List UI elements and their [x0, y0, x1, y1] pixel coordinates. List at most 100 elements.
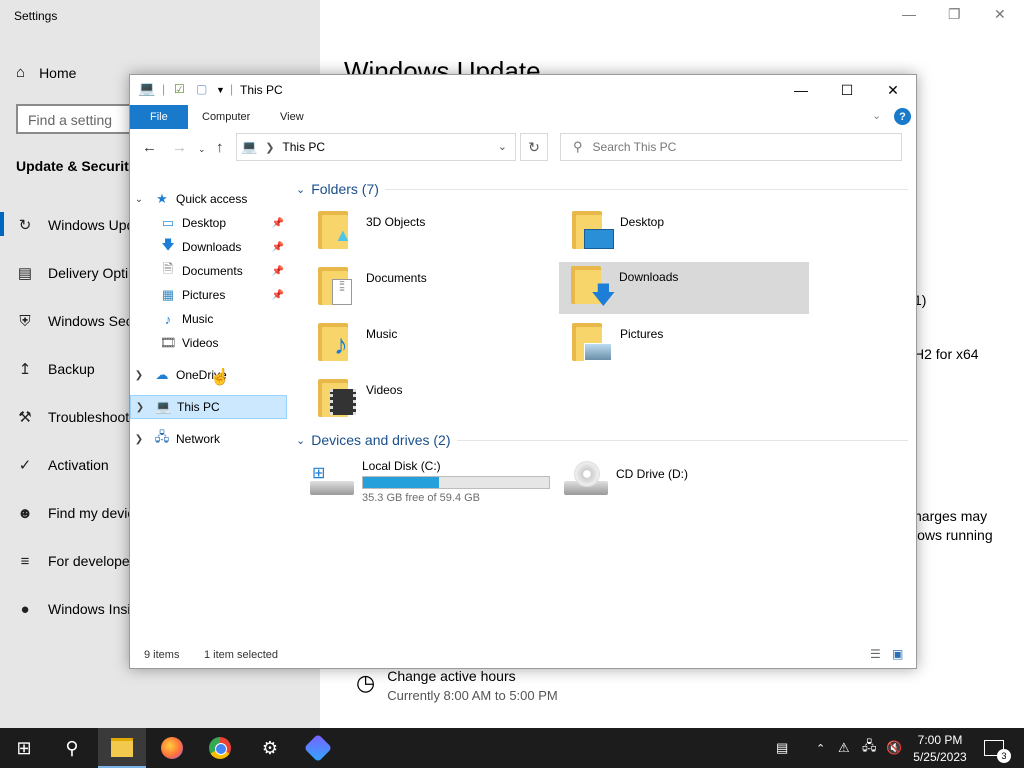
- selection-count: 1 item selected: [204, 649, 278, 661]
- search-icon[interactable]: ⚲: [48, 728, 96, 768]
- security-icon[interactable]: ⚠: [838, 728, 850, 768]
- collapsed-chevron-icon[interactable]: ❯: [134, 370, 144, 381]
- drive-free-space: 35.3 GB free of 59.4 GB: [362, 492, 481, 504]
- nav-quick-access[interactable]: ⌄ ★ Quick access: [134, 187, 294, 211]
- folder-label: Videos: [366, 383, 403, 397]
- clock-time: 7:00 PM: [917, 733, 963, 747]
- separator-icon: |: [230, 82, 234, 96]
- close-button[interactable]: ✕: [870, 75, 916, 105]
- address-bar[interactable]: 💻 ❯ This PC ⌄: [236, 133, 516, 161]
- back-arrow-icon[interactable]: ←: [142, 139, 157, 156]
- new-folder-icon[interactable]: ▢: [196, 82, 207, 96]
- maximize-button[interactable]: ☐: [824, 75, 870, 105]
- folder-desktop[interactable]: Desktop: [560, 207, 810, 259]
- wrench-icon: ⚒: [18, 409, 32, 426]
- file-explorer-taskbar-icon[interactable]: [98, 728, 146, 768]
- help-icon[interactable]: ?: [894, 108, 911, 125]
- folder-videos[interactable]: Videos: [306, 375, 556, 427]
- text-fragment: harges may: [914, 508, 988, 524]
- breadcrumb-this-pc[interactable]: This PC: [282, 140, 325, 154]
- nav-label: This PC: [177, 400, 220, 414]
- folder-icon: ≡ ≡: [316, 263, 362, 309]
- hand-cursor-icon: ☝: [210, 369, 230, 386]
- settings-gear-icon[interactable]: ⚙: [246, 728, 294, 768]
- tab-view[interactable]: View: [266, 105, 318, 129]
- pin-icon[interactable]: 📌: [272, 266, 284, 277]
- nav-downloads[interactable]: 🡇 Downloads 📌: [160, 235, 286, 259]
- tab-computer[interactable]: Computer: [188, 105, 264, 129]
- folder-downloads[interactable]: 🡇 Downloads: [559, 262, 809, 314]
- close-icon[interactable]: ✕: [994, 6, 1006, 23]
- drive-cd-d[interactable]: CD Drive (D:): [564, 461, 688, 501]
- tab-file[interactable]: File: [130, 105, 188, 129]
- network-tray-icon[interactable]: 🖧: [862, 728, 877, 768]
- devices-group-header[interactable]: ⌄ Devices and drives (2): [296, 432, 908, 448]
- nav-desktop[interactable]: ▭ Desktop 📌: [160, 211, 286, 235]
- star-icon: ★: [156, 191, 168, 206]
- notifications-icon[interactable]: 3: [984, 728, 1011, 768]
- clock[interactable]: 7:00 PM 5/25/2023: [905, 732, 975, 766]
- nav-this-pc[interactable]: ❯ 💻 This PC: [130, 395, 287, 419]
- folder-documents[interactable]: ≡ ≡ Documents: [306, 263, 556, 315]
- up-arrow-icon[interactable]: ↑: [216, 139, 224, 156]
- pictures-icon: ▦: [161, 287, 175, 302]
- nav-network[interactable]: ❯ 🖧 Network: [134, 427, 294, 451]
- properties-icon[interactable]: ☑: [174, 82, 185, 96]
- expand-ribbon-icon[interactable]: ⌄: [872, 109, 881, 122]
- nav-pictures[interactable]: ▦ Pictures 📌: [160, 283, 286, 307]
- pin-icon[interactable]: 📌: [272, 290, 284, 301]
- restore-icon[interactable]: ❐: [948, 6, 961, 23]
- expanded-chevron-icon[interactable]: ⌄: [134, 194, 144, 205]
- devices-header: Devices and drives (2): [311, 432, 451, 448]
- collapsed-chevron-icon[interactable]: ❯: [134, 434, 144, 445]
- chrome-icon[interactable]: [196, 728, 244, 768]
- download-arrow-icon: 🡇: [591, 282, 616, 309]
- minimize-icon[interactable]: —: [902, 6, 916, 22]
- collapse-chevron-icon[interactable]: ⌄: [296, 183, 305, 196]
- download-arrow-icon: 🡇: [161, 237, 175, 252]
- details-view-icon[interactable]: ☰: [870, 647, 881, 661]
- film-icon: 🎞: [160, 335, 177, 350]
- nav-label: Music: [182, 312, 214, 326]
- breadcrumb-chevron-icon[interactable]: ❯: [265, 141, 274, 154]
- app-icon[interactable]: [294, 728, 342, 768]
- taskbar: ⊞ ⚲ ⚙ ▤ ⌃ ⚠ 🖧 🔇 7:00 PM 5/25/2023 3: [0, 728, 1024, 768]
- qat-dropdown-icon[interactable]: ▼: [216, 85, 225, 95]
- search-box[interactable]: ⚲ Search This PC: [560, 133, 902, 161]
- pin-icon[interactable]: 📌: [272, 218, 284, 229]
- refresh-button[interactable]: ↻: [520, 133, 548, 161]
- pin-icon[interactable]: 📌: [272, 242, 284, 253]
- address-dropdown-icon[interactable]: ⌄: [498, 140, 507, 153]
- firefox-icon[interactable]: [148, 728, 196, 768]
- explorer-titlebar[interactable]: 💻 | ☑ ▢ ▼ | This PC — ☐ ✕: [130, 75, 916, 105]
- settings-home[interactable]: ⌂ Home: [16, 64, 76, 81]
- landscape-icon: [584, 343, 612, 361]
- minimize-button[interactable]: —: [778, 75, 824, 105]
- nav-music[interactable]: ♪ Music: [160, 307, 286, 331]
- volume-muted-icon[interactable]: 🔇: [886, 728, 902, 768]
- nav-videos[interactable]: 🎞 Videos: [160, 331, 286, 355]
- collapsed-chevron-icon[interactable]: ❯: [135, 402, 145, 413]
- cd-drive-icon: [564, 461, 612, 501]
- forward-arrow-icon[interactable]: →: [172, 139, 187, 156]
- nav-label: Desktop: [182, 216, 227, 230]
- folders-group-header[interactable]: ⌄ Folders (7): [296, 181, 908, 197]
- folder-3d-objects[interactable]: ▲ 3D Objects: [306, 207, 556, 259]
- film-icon: [330, 389, 356, 415]
- change-hours-label: Change active hours: [387, 668, 516, 684]
- computer-icon: 💻: [241, 139, 258, 154]
- tray-chevron-icon[interactable]: ⌃: [816, 728, 825, 768]
- recent-dropdown-icon[interactable]: ⌄: [198, 144, 206, 155]
- folder-pictures[interactable]: Pictures: [560, 319, 810, 371]
- news-icon[interactable]: ▤: [776, 728, 788, 768]
- folder-music[interactable]: ♪ Music: [306, 319, 556, 371]
- nav-documents[interactable]: 🗎 Documents 📌: [160, 259, 286, 283]
- drive-local-disk-c[interactable]: ⊞ Local Disk (C:) 35.3 GB free of 59.4 G…: [310, 459, 550, 504]
- nav-label: Quick access: [176, 192, 248, 206]
- search-placeholder: Search This PC: [592, 140, 677, 154]
- collapse-chevron-icon[interactable]: ⌄: [296, 434, 305, 447]
- large-icons-view-icon[interactable]: ▣: [892, 647, 903, 661]
- start-windows-icon[interactable]: ⊞: [0, 728, 48, 768]
- change-active-hours[interactable]: ◷ Change active hours Currently 8:00 AM …: [356, 668, 558, 703]
- window-title: This PC: [240, 83, 283, 97]
